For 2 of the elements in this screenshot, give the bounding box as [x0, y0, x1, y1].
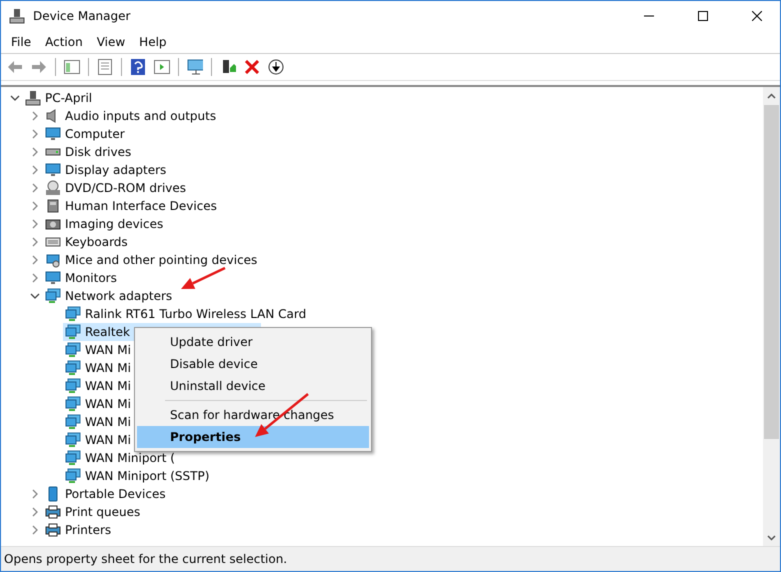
- status-text: Opens property sheet for the current selection.: [4, 552, 288, 566]
- window-title: Device Manager: [33, 9, 132, 23]
